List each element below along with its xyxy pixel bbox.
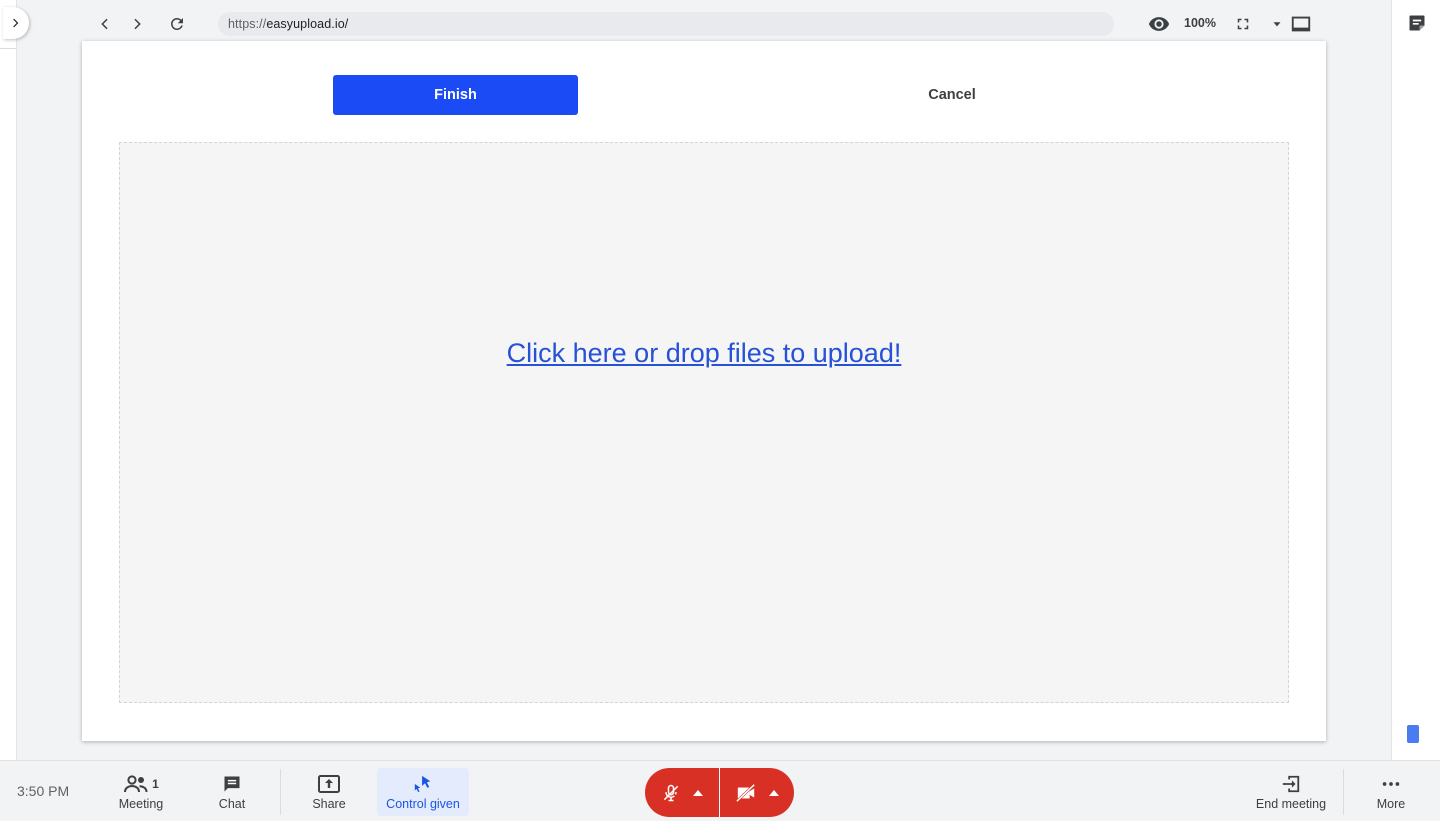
fullscreen-button[interactable] <box>1231 12 1255 36</box>
media-controls <box>645 768 794 817</box>
shared-screen-viewport: Finish Cancel Click here or drop files t… <box>82 41 1326 741</box>
zoom-level[interactable]: 100% <box>1184 16 1216 30</box>
meeting-label: Meeting <box>118 796 164 811</box>
toolbar-divider <box>280 769 281 815</box>
caret-up-icon[interactable] <box>693 789 703 797</box>
meeting-button[interactable]: 1 Meeting <box>96 768 186 816</box>
participant-count: 1 <box>152 776 159 791</box>
cancel-button[interactable]: Cancel <box>902 75 1002 115</box>
more-label: More <box>1376 796 1406 811</box>
end-meeting-button[interactable]: End meeting <box>1250 768 1332 816</box>
microphone-toggle[interactable] <box>645 768 719 817</box>
finish-button[interactable]: Finish <box>333 75 578 115</box>
expand-panel-button[interactable] <box>3 7 29 39</box>
mic-off-icon <box>663 784 679 801</box>
notes-icon <box>1409 15 1425 31</box>
more-dots-icon <box>1382 781 1400 786</box>
chevron-right-icon <box>13 18 19 28</box>
widget-icon <box>1407 725 1419 743</box>
share-label: Share <box>312 796 346 811</box>
reload-button[interactable] <box>165 12 189 36</box>
left-panel-strip <box>0 0 17 760</box>
meeting-toolbar: 3:50 PM 1 Meeting Chat Share Control giv… <box>0 760 1440 821</box>
reload-icon <box>170 17 183 30</box>
screen-icon <box>1291 16 1311 32</box>
view-only-toggle[interactable] <box>1147 12 1171 36</box>
share-screen-icon <box>318 774 340 793</box>
minimized-widget[interactable] <box>1406 724 1420 744</box>
share-button[interactable]: Share <box>298 768 360 816</box>
people-icon <box>124 774 148 792</box>
upload-link[interactable]: Click here or drop files to upload! <box>507 338 902 369</box>
left-strip-divider <box>0 48 16 49</box>
forward-button[interactable] <box>125 12 149 36</box>
view-options-dropdown[interactable] <box>1265 12 1289 36</box>
toolbar-divider <box>1343 769 1344 815</box>
eye-icon <box>1148 17 1170 31</box>
right-panel-strip <box>1391 0 1440 760</box>
control-given-button[interactable]: Control given <box>377 768 469 816</box>
camera-toggle[interactable] <box>719 768 794 817</box>
end-meeting-label: End meeting <box>1255 796 1327 811</box>
back-button[interactable] <box>93 12 117 36</box>
chat-label: Chat <box>218 796 246 811</box>
control-cursor-icon <box>414 775 431 792</box>
url-scheme: https:// <box>228 17 267 31</box>
dropdown-icon <box>1273 22 1281 27</box>
url-host: easyupload.io/ <box>266 17 349 31</box>
forward-icon <box>134 18 141 30</box>
current-time: 3:50 PM <box>17 783 70 799</box>
chat-icon <box>224 776 240 791</box>
caret-up-icon[interactable] <box>769 789 779 797</box>
address-bar[interactable]: https://easyupload.io/ <box>218 12 1114 36</box>
more-button[interactable]: More <box>1362 768 1420 816</box>
exit-icon <box>1282 775 1300 792</box>
camera-off-icon <box>735 783 756 802</box>
notes-button[interactable] <box>1406 12 1428 34</box>
control-label: Control given <box>386 796 460 811</box>
back-icon <box>101 18 108 30</box>
chat-button[interactable]: Chat <box>204 768 260 816</box>
screen-mode-button[interactable] <box>1289 12 1313 36</box>
fullscreen-icon <box>1237 18 1249 30</box>
upload-dropzone[interactable]: Click here or drop files to upload! <box>119 142 1289 703</box>
